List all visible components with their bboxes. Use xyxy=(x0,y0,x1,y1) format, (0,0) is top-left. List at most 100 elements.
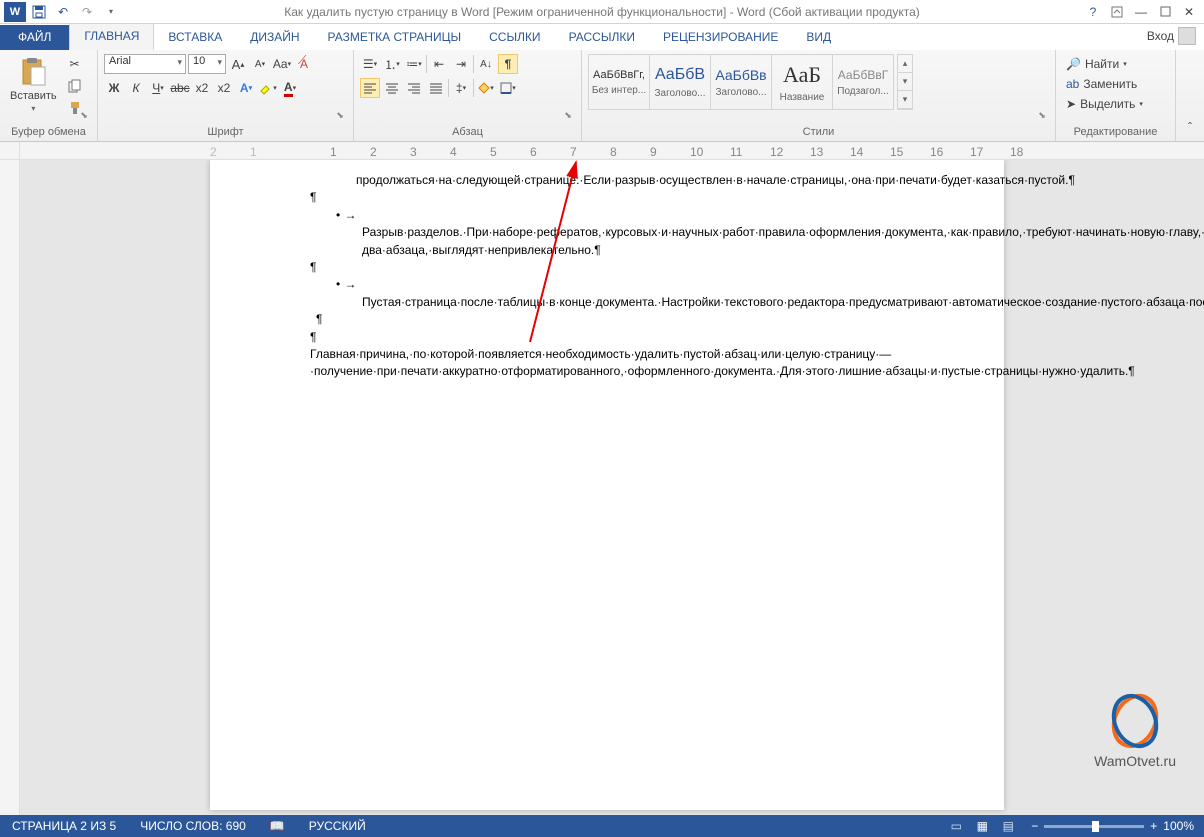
line-spacing-icon[interactable]: ‡▾ xyxy=(451,78,471,98)
multilevel-icon[interactable]: ≔▾ xyxy=(404,54,424,74)
qat-more-icon[interactable]: ▾ xyxy=(100,2,122,22)
style-item[interactable]: АаБбВвЗаголово... xyxy=(710,54,772,110)
font-color-icon[interactable]: A▾ xyxy=(280,78,300,98)
font-name-select[interactable]: Arial xyxy=(104,54,186,74)
status-wordcount[interactable]: ЧИСЛО СЛОВ: 690 xyxy=(128,819,258,833)
align-right-icon[interactable] xyxy=(404,78,424,98)
view-read-icon[interactable]: ▭ xyxy=(943,815,969,837)
strike-button[interactable]: abc xyxy=(170,78,190,98)
tab-home[interactable]: ГЛАВНАЯ xyxy=(69,23,154,50)
increase-indent-icon[interactable]: ⇥ xyxy=(451,54,471,74)
document-area: продолжаться·на·следующей·странице.·Если… xyxy=(0,160,1204,815)
font-dialog-launcher[interactable]: ⬊ xyxy=(333,108,347,122)
styles-more-icon[interactable]: ▾ xyxy=(898,91,912,109)
bullets-icon[interactable]: ☰▾ xyxy=(360,54,380,74)
status-language[interactable]: РУССКИЙ xyxy=(297,819,378,833)
group-label-font: Шрифт xyxy=(104,124,347,141)
view-web-icon[interactable]: ▤ xyxy=(995,815,1021,837)
undo-icon[interactable]: ↶ xyxy=(52,2,74,22)
underline-button[interactable]: Ч▾ xyxy=(148,78,168,98)
justify-icon[interactable] xyxy=(426,78,446,98)
shrink-font-icon[interactable]: A▾ xyxy=(250,54,270,74)
shading-icon[interactable]: ▾ xyxy=(476,78,496,98)
numbering-icon[interactable]: ⒈▾ xyxy=(382,54,402,74)
subscript-button[interactable]: x2 xyxy=(192,78,212,98)
align-center-icon[interactable] xyxy=(382,78,402,98)
style-item[interactable]: АаБбВЗаголово... xyxy=(649,54,711,110)
align-left-icon[interactable] xyxy=(360,78,380,98)
ribbon-display-icon[interactable] xyxy=(1106,2,1128,22)
word-logo-icon[interactable]: W xyxy=(4,2,26,22)
redo-icon[interactable]: ↷ xyxy=(76,2,98,22)
select-icon: ➤ xyxy=(1066,97,1076,111)
save-icon[interactable] xyxy=(28,2,50,22)
copy-icon[interactable] xyxy=(65,76,85,96)
document-page-1[interactable]: продолжаться·на·следующей·странице.·Если… xyxy=(210,160,1004,810)
font-size-select[interactable]: 10 xyxy=(188,54,226,74)
show-hide-pilcrow-button[interactable]: ¶ xyxy=(498,54,518,74)
italic-button[interactable]: К xyxy=(126,78,146,98)
group-label-paragraph: Абзац xyxy=(360,124,575,141)
decrease-indent-icon[interactable]: ⇤ xyxy=(429,54,449,74)
borders-icon[interactable]: ▾ xyxy=(498,78,518,98)
pilcrow-empty: ¶ xyxy=(310,329,904,346)
style-item[interactable]: АаБбВвГПодзагол... xyxy=(832,54,894,110)
zoom-out-icon[interactable]: − xyxy=(1031,819,1038,833)
superscript-button[interactable]: x2 xyxy=(214,78,234,98)
text-effects-icon[interactable]: A▾ xyxy=(236,78,256,98)
tab-design[interactable]: ДИЗАЙН xyxy=(236,25,313,50)
styles-dialog-launcher[interactable]: ⬊ xyxy=(1035,108,1049,122)
group-clipboard: Вставить ▾ ✂ ⬊ Буфер обмена xyxy=(0,50,98,141)
zoom-slider[interactable] xyxy=(1044,825,1144,828)
tab-mailings[interactable]: РАССЫЛКИ xyxy=(555,25,649,50)
tab-references[interactable]: ССЫЛКИ xyxy=(475,25,554,50)
paragraph-dialog-launcher[interactable]: ⬊ xyxy=(561,108,575,122)
replace-button[interactable]: abЗаменить xyxy=(1062,74,1141,94)
window-title: Как удалить пустую страницу в Word [Режи… xyxy=(122,5,1082,19)
zoom-control[interactable]: − + 100% xyxy=(1021,819,1204,833)
pilcrow-empty: ¶ xyxy=(310,189,904,206)
horizontal-ruler[interactable]: 21123456789101112131415161718 xyxy=(0,142,1204,160)
clear-format-icon[interactable]: A⟋ xyxy=(294,54,314,74)
collapse-ribbon-icon[interactable]: ˆ xyxy=(1180,117,1200,137)
group-editing: 🔎Найти▾ abЗаменить ➤Выделить▾ Редактиров… xyxy=(1056,50,1176,141)
signin-label: Вход xyxy=(1147,29,1174,43)
minimize-icon[interactable]: — xyxy=(1130,2,1152,22)
tab-insert[interactable]: ВСТАВКА xyxy=(154,25,236,50)
quick-access-toolbar: W ↶ ↷ ▾ xyxy=(0,2,122,22)
help-icon[interactable]: ? xyxy=(1082,2,1104,22)
replace-icon: ab xyxy=(1066,77,1079,91)
cut-icon[interactable]: ✂ xyxy=(65,54,85,74)
grow-font-icon[interactable]: A▴ xyxy=(228,54,248,74)
clipboard-dialog-launcher[interactable]: ⬊ xyxy=(77,108,91,122)
bold-button[interactable]: Ж xyxy=(104,78,124,98)
tab-review[interactable]: РЕЦЕНЗИРОВАНИЕ xyxy=(649,25,792,50)
tab-view[interactable]: ВИД xyxy=(792,25,845,50)
select-button[interactable]: ➤Выделить▾ xyxy=(1062,94,1147,114)
style-item[interactable]: АаБбВвГг,Без интер... xyxy=(588,54,650,110)
zoom-value[interactable]: 100% xyxy=(1163,819,1194,833)
close-icon[interactable]: ✕ xyxy=(1178,2,1200,22)
tab-layout[interactable]: РАЗМЕТКА СТРАНИЦЫ xyxy=(314,25,476,50)
doc-paragraph: продолжаться·на·следующей·странице.·Если… xyxy=(310,172,904,189)
watermark-text: WamOtvet.ru xyxy=(1094,753,1176,769)
styles-gallery-scroll[interactable]: ▴▾▾ xyxy=(897,54,913,110)
find-button[interactable]: 🔎Найти▾ xyxy=(1062,54,1131,74)
pilcrow-empty: ¶ xyxy=(310,311,904,328)
change-case-icon[interactable]: Aa▾ xyxy=(272,54,292,74)
highlight-icon[interactable]: ▾ xyxy=(258,78,278,98)
view-print-icon[interactable]: ▦ xyxy=(969,815,995,837)
styles-gallery: АаБбВвГг,Без интер...АаБбВЗаголово...АаБ… xyxy=(588,54,893,110)
tab-file[interactable]: ФАЙЛ xyxy=(0,25,69,50)
status-proofing-icon[interactable]: 📖 xyxy=(258,819,297,833)
sort-icon[interactable]: A↓ xyxy=(476,54,496,74)
status-page[interactable]: СТРАНИЦА 2 ИЗ 5 xyxy=(0,819,128,833)
maximize-icon[interactable] xyxy=(1154,2,1176,22)
zoom-in-icon[interactable]: + xyxy=(1150,819,1157,833)
paste-button[interactable]: Вставить ▾ xyxy=(6,54,61,115)
signin-button[interactable]: Вход xyxy=(1139,22,1204,50)
style-item[interactable]: АаБНазвание xyxy=(771,54,833,110)
pilcrow-empty: ¶ xyxy=(310,259,904,276)
vertical-ruler[interactable] xyxy=(0,160,20,815)
select-label: Выделить xyxy=(1080,97,1135,111)
